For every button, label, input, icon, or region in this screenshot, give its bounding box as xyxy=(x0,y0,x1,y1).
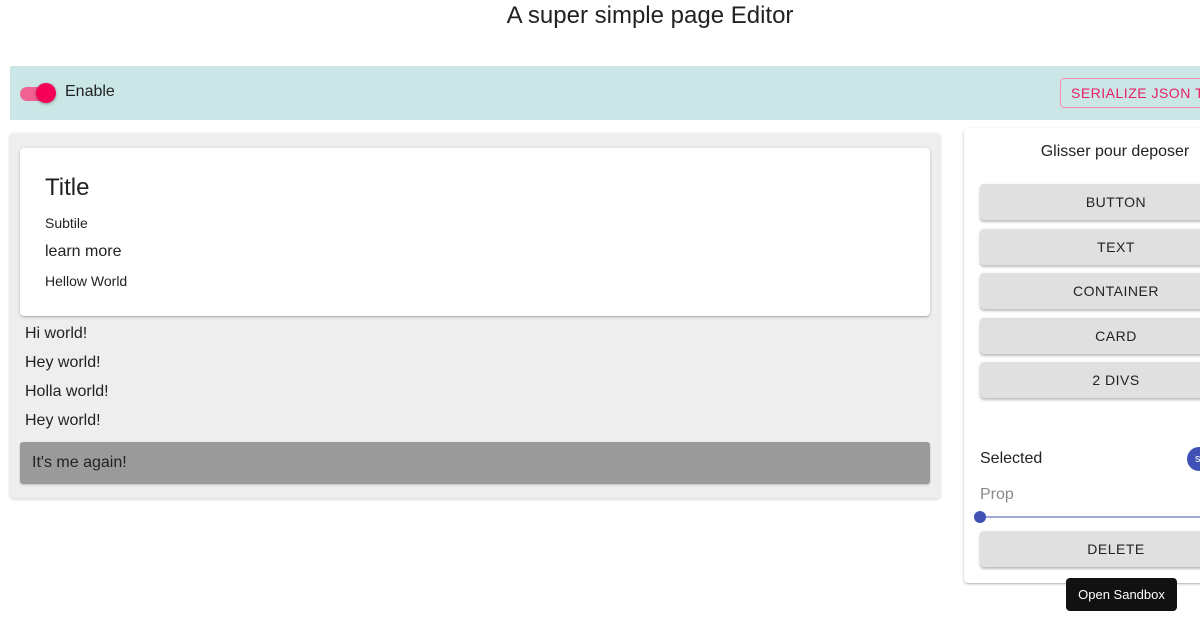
prop-slider[interactable] xyxy=(974,510,1200,524)
text-component[interactable]: Hi world! xyxy=(25,325,87,343)
tool-button-button[interactable]: BUTTON xyxy=(980,184,1200,220)
text-component[interactable]: Holla world! xyxy=(25,383,109,401)
tool-card-button[interactable]: CARD xyxy=(980,318,1200,354)
slider-rail xyxy=(980,516,1200,518)
toolbox-heading: Glisser pour deposer xyxy=(1040,143,1190,160)
delete-label: DELETE xyxy=(1087,541,1145,557)
serialize-json-button[interactable]: SERIALIZE JSON TO xyxy=(1060,78,1200,108)
card-subtitle: Subtile xyxy=(45,215,88,231)
card-title: Title xyxy=(45,174,90,201)
tool-card-label: CARD xyxy=(1095,328,1137,344)
tool-2-divs-label: 2 DIVS xyxy=(1092,372,1140,388)
card-body-text: Hellow World xyxy=(45,273,128,289)
editor-canvas[interactable]: Title Subtile learn more Hellow World Hi… xyxy=(10,133,940,498)
tool-container-button[interactable]: CONTAINER xyxy=(980,273,1200,309)
text-component[interactable]: Hey world! xyxy=(25,412,101,430)
open-sandbox-tooltip[interactable]: Open Sandbox xyxy=(1066,578,1177,611)
prop-label: Prop xyxy=(980,486,1014,503)
tool-text-button[interactable]: TEXT xyxy=(980,229,1200,265)
container-component[interactable]: It's me again! xyxy=(20,442,930,484)
enable-label: Enable xyxy=(65,83,115,100)
container-text: It's me again! xyxy=(32,454,127,471)
toggle-thumb xyxy=(36,83,56,103)
card-learn-more-link[interactable]: learn more xyxy=(45,243,121,261)
tool-text-label: TEXT xyxy=(1097,239,1135,255)
delete-button[interactable]: DELETE xyxy=(980,531,1200,567)
text-component[interactable]: Hey world! xyxy=(25,354,101,372)
selected-chip[interactable]: s xyxy=(1187,447,1200,471)
card-component[interactable]: Title Subtile learn more Hellow World xyxy=(20,148,930,316)
enable-toggle[interactable] xyxy=(18,82,58,104)
tool-2-divs-button[interactable]: 2 DIVS xyxy=(980,362,1200,398)
selected-label: Selected xyxy=(980,450,1043,467)
slider-handle[interactable] xyxy=(974,511,986,523)
tool-button-label: BUTTON xyxy=(1085,194,1147,210)
toolbar: Enable SERIALIZE JSON TO xyxy=(10,66,1200,120)
tool-container-label: CONTAINER xyxy=(1073,283,1159,299)
toolbox-panel: Glisser pour deposer BUTTON TEXT CONTAIN… xyxy=(964,128,1200,583)
page-title: A super simple page Editor xyxy=(506,2,794,29)
